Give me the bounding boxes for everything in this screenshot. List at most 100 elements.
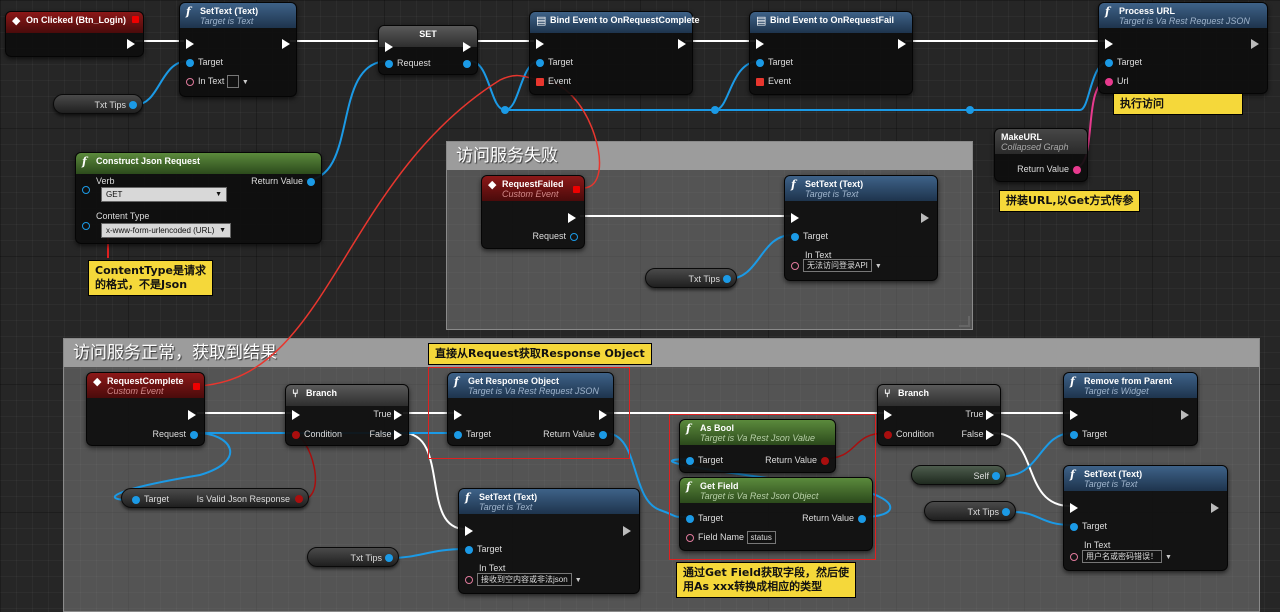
dropdown-icon[interactable]: ▼ (1165, 554, 1172, 561)
exec-out-pin[interactable] (623, 524, 631, 536)
event-delegate-pin[interactable] (132, 16, 139, 23)
exec-in-pin[interactable] (385, 40, 393, 52)
exec-out-pin[interactable] (898, 37, 906, 49)
branch-node-2[interactable]: ⑂ Branch True Condition False (877, 384, 1001, 446)
annotation-response: 直接从Request获取Response Object (428, 343, 652, 365)
function-icon: f (82, 155, 87, 168)
request-failed-event-node[interactable]: ◆ RequestFailed Custom Event Request (481, 175, 585, 249)
exec-out-pin[interactable] (568, 211, 576, 223)
settext-invalid-json-node[interactable]: f SetText (Text) Target is Text Target In … (458, 488, 640, 594)
branch-node-1[interactable]: ⑂ Branch True Condition False (285, 384, 409, 446)
process-url-node[interactable]: f Process URL Target is Va Rest Request JS… (1098, 2, 1268, 94)
target-pin[interactable]: Target (791, 230, 828, 242)
settext-node-1[interactable]: f SetText (Text) Target is Text Target In … (179, 2, 297, 97)
target-pin[interactable]: Target (1070, 428, 1107, 440)
bind-icon: ▤ (536, 14, 547, 27)
exec-out-pin[interactable] (678, 37, 686, 49)
exec-out-pin[interactable] (127, 37, 135, 49)
dropdown-icon[interactable]: ▼ (875, 263, 882, 270)
function-icon: f (186, 5, 191, 18)
content-type-label: Content Type (96, 211, 150, 221)
exec-in-pin[interactable] (1070, 501, 1078, 513)
exec-in-pin[interactable] (791, 211, 799, 223)
annotation-content-type: ContentType是请求 的格式，不是Json (88, 260, 213, 296)
bind-event-request-complete-node[interactable]: ▤ Bind Event to OnRequestComplete Target … (529, 11, 700, 95)
exec-out-pin[interactable] (188, 408, 196, 420)
in-text-pin[interactable]: 用户名或密码错误！ ▼ (1070, 550, 1172, 564)
target-pin[interactable]: Target (186, 56, 223, 68)
exec-in-pin[interactable] (292, 408, 300, 420)
settext-wrong-credentials-node[interactable]: f SetText (Text) Target is Text Target In … (1063, 465, 1228, 571)
verb-label: Verb (96, 176, 115, 186)
exec-in-pin[interactable] (756, 37, 764, 49)
url-pin[interactable]: Url (1105, 75, 1129, 87)
in-text-input[interactable]: 接收到空内容或非法json (477, 573, 572, 587)
request-pin[interactable]: Request (152, 428, 198, 440)
dropdown-icon[interactable]: ▼ (575, 577, 582, 584)
event-diamond-icon: ◆ (12, 14, 21, 27)
self-reference-node[interactable]: Self (911, 465, 1006, 485)
event-delegate-pin[interactable] (193, 383, 200, 390)
txt-tips-variable[interactable]: Txt Tips (645, 268, 737, 288)
exec-out-pin[interactable] (1211, 501, 1219, 513)
false-pin[interactable]: False (369, 428, 402, 440)
function-icon: f (1105, 5, 1110, 18)
true-pin[interactable]: True (373, 408, 402, 420)
exec-in-pin[interactable] (186, 37, 194, 49)
remove-from-parent-node[interactable]: f Remove from Parent Target is Widget Targ… (1063, 372, 1198, 446)
dropdown-icon[interactable]: ▼ (242, 79, 249, 86)
verb-select[interactable]: GET ▼ (101, 187, 227, 202)
in-text-pin[interactable]: In Text ▼ (186, 75, 249, 89)
is-valid-json-response-node[interactable]: Target Is Valid Json Response (121, 488, 309, 508)
set-request-node[interactable]: SET Request (378, 25, 478, 75)
in-text-input[interactable] (226, 75, 239, 89)
highlight-get-field (669, 414, 876, 560)
exec-in-pin[interactable] (1070, 408, 1078, 420)
settext-fail-node[interactable]: f SetText (Text) Target is Text Target In … (784, 175, 938, 281)
txt-tips-variable[interactable]: Txt Tips (307, 547, 399, 567)
bind-event-request-fail-node[interactable]: ▤ Bind Event to OnRequestFail Target Even… (749, 11, 913, 95)
function-icon: f (1070, 468, 1075, 481)
exec-in-pin[interactable] (884, 408, 892, 420)
resize-handle[interactable] (959, 316, 970, 327)
target-pin[interactable]: Target (1070, 520, 1107, 532)
content-type-select[interactable]: x-www-form-urlencoded (URL) ▼ (101, 223, 231, 238)
condition-pin[interactable]: Condition (884, 428, 934, 440)
exec-out-pin[interactable] (1181, 408, 1189, 420)
request-out-pin[interactable] (459, 57, 471, 69)
construct-json-request-node[interactable]: f Construct Json Request Verb GET ▼ Conten… (75, 152, 322, 244)
target-pin[interactable]: Target (1105, 56, 1142, 68)
exec-in-pin[interactable] (1105, 37, 1113, 49)
event-diamond-icon: ◆ (488, 178, 497, 191)
exec-out-pin[interactable] (463, 40, 471, 52)
return-value-pin[interactable]: Return Value (1017, 163, 1081, 175)
exec-out-pin[interactable] (921, 211, 929, 223)
target-pin[interactable]: Target (756, 56, 793, 68)
on-clicked-node[interactable]: ◆ On Clicked (Btn_Login) (5, 11, 144, 57)
in-text-input[interactable]: 无法访问登录API (803, 259, 872, 273)
make-url-collapsed-node[interactable]: MakeURL Collapsed Graph Return Value (994, 128, 1088, 182)
request-complete-event-node[interactable]: ◆ RequestComplete Custom Event Request (86, 372, 205, 446)
in-text-input[interactable]: 用户名或密码错误！ (1082, 550, 1162, 564)
request-pin[interactable]: Request (532, 230, 578, 242)
return-value-pin[interactable]: Return Value (251, 175, 315, 187)
txt-tips-variable[interactable]: Txt Tips (53, 94, 143, 114)
content-type-pin[interactable] (82, 219, 94, 231)
in-text-pin[interactable]: 无法访问登录API ▼ (791, 259, 882, 273)
txt-tips-variable[interactable]: Txt Tips (924, 501, 1016, 521)
exec-in-pin[interactable] (536, 37, 544, 49)
verb-pin[interactable] (82, 183, 94, 195)
condition-pin[interactable]: Condition (292, 428, 342, 440)
event-pin[interactable]: Event (756, 75, 791, 87)
exec-out-pin[interactable] (282, 37, 290, 49)
true-pin[interactable]: True (965, 408, 994, 420)
target-pin[interactable]: Target (536, 56, 573, 68)
target-pin[interactable]: Target (465, 543, 502, 555)
in-text-pin[interactable]: 接收到空内容或非法json ▼ (465, 573, 582, 587)
false-pin[interactable]: False (961, 428, 994, 440)
request-pin[interactable]: Request (385, 57, 431, 69)
exec-out-pin[interactable] (1251, 37, 1259, 49)
event-delegate-pin[interactable] (573, 186, 580, 193)
event-pin[interactable]: Event (536, 75, 571, 87)
exec-in-pin[interactable] (465, 524, 473, 536)
